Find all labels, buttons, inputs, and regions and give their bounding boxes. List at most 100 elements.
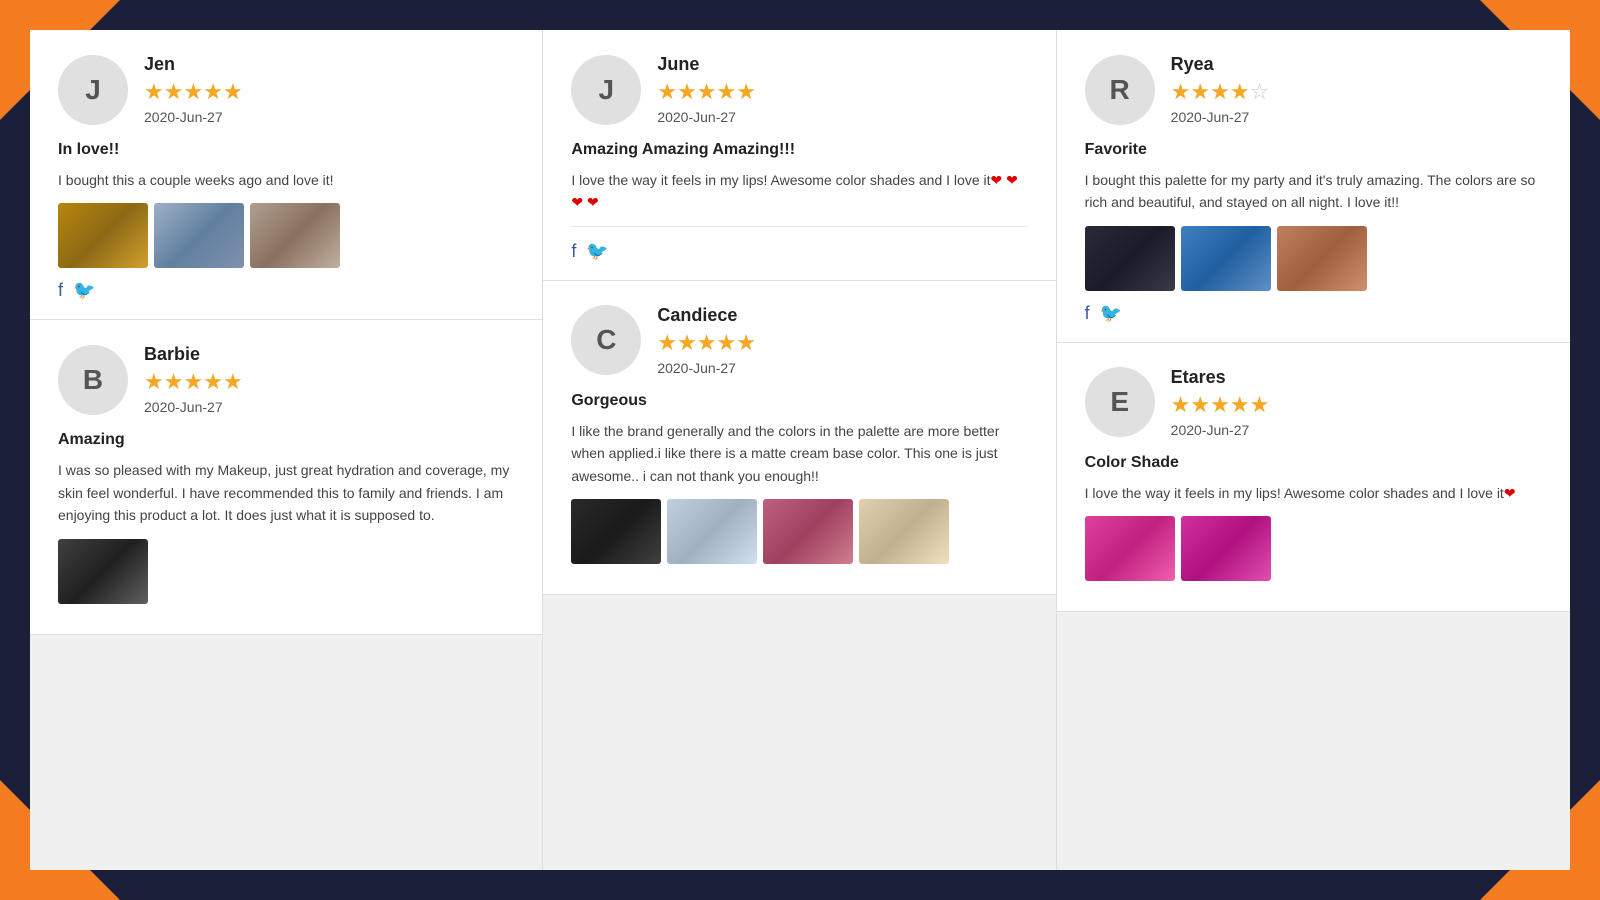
facebook-icon-june[interactable]: f xyxy=(571,241,576,262)
star-j3: ★ xyxy=(697,79,717,105)
star-b5: ★ xyxy=(223,369,243,395)
star-c1: ★ xyxy=(657,330,677,356)
review-title-barbie: Amazing xyxy=(58,431,514,449)
review-etares: E Etares ★ ★ ★ ★ ★ 2020-Jun-27 Color Sha… xyxy=(1057,343,1570,612)
reviewer-header-candiece: C Candiece ★ ★ ★ ★ ★ 2020-Jun-27 xyxy=(571,305,1027,376)
stars-june: ★ ★ ★ ★ ★ xyxy=(657,79,756,105)
review-thumb-candiece-4 xyxy=(859,499,949,564)
review-thumb-candiece-1 xyxy=(571,499,661,564)
review-jen: J Jen ★ ★ ★ ★ ★ 2020-Jun-27 In love!! I … xyxy=(30,30,542,320)
star-c2: ★ xyxy=(677,330,697,356)
review-thumb-etares-1 xyxy=(1085,516,1175,581)
star-e4: ★ xyxy=(1230,392,1250,418)
social-icons-ryea: f 🐦 xyxy=(1085,303,1542,324)
stars-ryea: ★ ★ ★ ★ ☆ xyxy=(1171,79,1270,105)
review-images-jen xyxy=(58,203,514,268)
star-e5: ★ xyxy=(1250,392,1270,418)
reviewer-info-june: June ★ ★ ★ ★ ★ 2020-Jun-27 xyxy=(657,54,756,125)
reviewer-info-ryea: Ryea ★ ★ ★ ★ ☆ 2020-Jun-27 xyxy=(1171,54,1270,125)
heart-june-1: ❤ xyxy=(991,172,1003,188)
review-ryea: R Ryea ★ ★ ★ ★ ☆ 2020-Jun-27 Favorite I … xyxy=(1057,30,1570,343)
review-images-candiece xyxy=(571,499,1027,564)
reviews-container: J Jen ★ ★ ★ ★ ★ 2020-Jun-27 In love!! I … xyxy=(30,30,1570,870)
star-5: ★ xyxy=(223,79,243,105)
reviewer-name-jen: Jen xyxy=(144,54,243,75)
star-c4: ★ xyxy=(717,330,737,356)
star-b3: ★ xyxy=(183,369,203,395)
review-thumb-candiece-2 xyxy=(667,499,757,564)
review-text-june: I love the way it feels in my lips! Awes… xyxy=(571,169,1027,214)
reviewer-header-barbie: B Barbie ★ ★ ★ ★ ★ 2020-Jun-27 xyxy=(58,344,514,415)
review-thumb-candiece-3 xyxy=(763,499,853,564)
review-thumb-jen-3 xyxy=(250,203,340,268)
review-title-jen: In love!! xyxy=(58,141,514,159)
stars-barbie: ★ ★ ★ ★ ★ xyxy=(144,369,243,395)
reviewer-header-etares: E Etares ★ ★ ★ ★ ★ 2020-Jun-27 xyxy=(1085,367,1542,438)
star-j4: ★ xyxy=(717,79,737,105)
star-3: ★ xyxy=(183,79,203,105)
review-title-ryea: Favorite xyxy=(1085,141,1542,159)
facebook-icon-ryea[interactable]: f xyxy=(1085,303,1090,324)
social-icons-jen: f 🐦 xyxy=(58,280,514,301)
review-barbie: B Barbie ★ ★ ★ ★ ★ 2020-Jun-27 Amazing I… xyxy=(30,320,542,634)
twitter-icon-june[interactable]: 🐦 xyxy=(586,241,608,262)
review-date-ryea: 2020-Jun-27 xyxy=(1171,109,1270,125)
reviewer-name-june: June xyxy=(657,54,756,75)
heart-etares-1: ❤ xyxy=(1504,485,1516,501)
star-e2: ★ xyxy=(1190,392,1210,418)
review-thumb-jen-1 xyxy=(58,203,148,268)
star-4: ★ xyxy=(203,79,223,105)
review-images-ryea xyxy=(1085,226,1542,291)
review-candiece: C Candiece ★ ★ ★ ★ ★ 2020-Jun-27 Gorgeou… xyxy=(543,281,1055,595)
avatar-candiece: C xyxy=(571,305,641,375)
star-j1: ★ xyxy=(657,79,677,105)
social-icons-june: f 🐦 xyxy=(571,241,1027,262)
reviewer-info-barbie: Barbie ★ ★ ★ ★ ★ 2020-Jun-27 xyxy=(144,344,243,415)
star-r3: ★ xyxy=(1210,79,1230,105)
review-date-candiece: 2020-Jun-27 xyxy=(657,360,756,376)
review-thumb-barbie-1 xyxy=(58,539,148,604)
stars-jen: ★ ★ ★ ★ ★ xyxy=(144,79,243,105)
heart-june-3: ❤ xyxy=(571,194,583,210)
review-title-june: Amazing Amazing Amazing!!! xyxy=(571,141,1027,159)
twitter-icon-jen[interactable]: 🐦 xyxy=(73,280,95,301)
review-text-etares-content: I love the way it feels in my lips! Awes… xyxy=(1085,485,1504,501)
review-images-etares xyxy=(1085,516,1542,581)
stars-etares: ★ ★ ★ ★ ★ xyxy=(1171,392,1270,418)
star-j5: ★ xyxy=(736,79,756,105)
reviewer-header-june: J June ★ ★ ★ ★ ★ 2020-Jun-27 xyxy=(571,54,1027,125)
heart-june-4: ❤ xyxy=(587,194,599,210)
review-title-candiece: Gorgeous xyxy=(571,392,1027,410)
star-c5: ★ xyxy=(736,330,756,356)
star-b2: ★ xyxy=(164,369,184,395)
review-thumb-etares-2 xyxy=(1181,516,1271,581)
review-text-ryea: I bought this palette for my party and i… xyxy=(1085,169,1542,214)
review-date-jen: 2020-Jun-27 xyxy=(144,109,243,125)
reviewer-name-candiece: Candiece xyxy=(657,305,756,326)
review-date-etares: 2020-Jun-27 xyxy=(1171,422,1270,438)
heart-june-2: ❤ xyxy=(1006,172,1018,188)
star-r5-empty: ☆ xyxy=(1250,79,1270,105)
review-june: J June ★ ★ ★ ★ ★ 2020-Jun-27 Amazing Ama… xyxy=(543,30,1055,281)
review-date-june: 2020-Jun-27 xyxy=(657,109,756,125)
review-text-etares: I love the way it feels in my lips! Awes… xyxy=(1085,482,1542,504)
star-j2: ★ xyxy=(677,79,697,105)
review-text-barbie: I was so pleased with my Makeup, just gr… xyxy=(58,459,514,526)
review-thumb-jen-2 xyxy=(154,203,244,268)
reviewer-name-barbie: Barbie xyxy=(144,344,243,365)
avatar-etares: E xyxy=(1085,367,1155,437)
review-title-etares: Color Shade xyxy=(1085,454,1542,472)
review-images-barbie xyxy=(58,539,514,604)
star-b1: ★ xyxy=(144,369,164,395)
reviewer-info-jen: Jen ★ ★ ★ ★ ★ 2020-Jun-27 xyxy=(144,54,243,125)
reviewer-name-ryea: Ryea xyxy=(1171,54,1270,75)
column-2: J June ★ ★ ★ ★ ★ 2020-Jun-27 Amazing Ama… xyxy=(543,30,1056,870)
review-thumb-ryea-1 xyxy=(1085,226,1175,291)
review-thumb-ryea-3 xyxy=(1277,226,1367,291)
facebook-icon-jen[interactable]: f xyxy=(58,280,63,301)
avatar-barbie: B xyxy=(58,345,128,415)
twitter-icon-ryea[interactable]: 🐦 xyxy=(1100,303,1122,324)
review-date-barbie: 2020-Jun-27 xyxy=(144,399,243,415)
review-thumb-ryea-2 xyxy=(1181,226,1271,291)
star-r2: ★ xyxy=(1190,79,1210,105)
